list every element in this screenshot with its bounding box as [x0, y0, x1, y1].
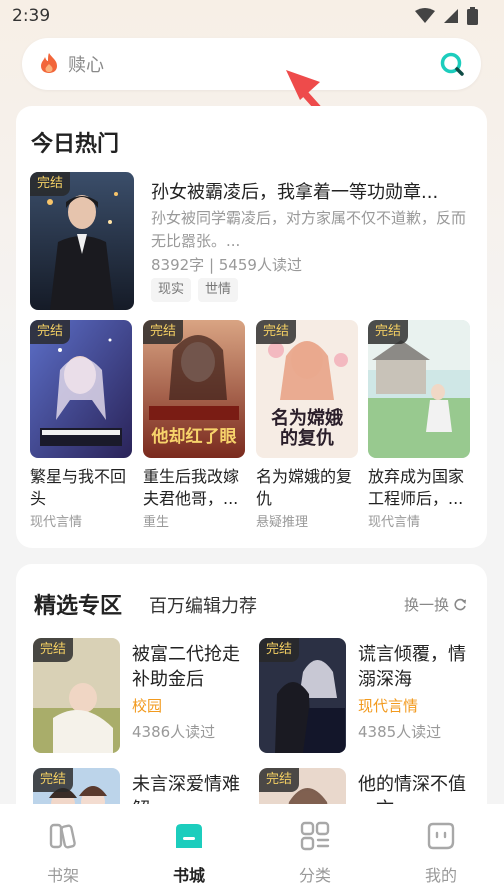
refresh-icon	[454, 598, 466, 610]
svg-text:他却红了眼: 他却红了眼	[151, 426, 237, 447]
tab-label: 书架	[46, 866, 79, 885]
book-cover[interactable]: 完结	[368, 320, 470, 458]
picks-section: 精选专区 百万编辑力荐 换一换 完结 被富二代抢走补助金后 校园 4386人读过	[16, 564, 487, 824]
book-title[interactable]: 放弃成为国家工程师后，...	[368, 466, 470, 510]
category-icon	[300, 821, 330, 851]
cellular-signal-icon	[444, 9, 458, 23]
book-title[interactable]: 重生后我改嫁夫君他哥，...	[143, 466, 245, 510]
book-title[interactable]: 名为嫦娥的复仇	[256, 466, 358, 510]
battery-icon	[467, 7, 478, 25]
book-category: 现代言情	[358, 697, 419, 715]
bookstore-icon	[176, 824, 202, 848]
bookshelf-icon	[49, 823, 76, 849]
svg-text:名为嫦娥: 名为嫦娥	[271, 407, 343, 429]
tab-bookstore[interactable]: 书城	[126, 804, 252, 894]
book-category: 现代言情	[30, 515, 83, 530]
tab-bookshelf[interactable]: 书架	[0, 804, 126, 894]
status-bar: 2:39	[0, 0, 504, 34]
picks-section-title: 精选专区	[34, 594, 123, 619]
fire-icon	[41, 53, 57, 73]
refresh-button[interactable]: 换一换	[404, 594, 467, 615]
completed-badge: 完结	[143, 320, 184, 344]
book-cover[interactable]: 名为嫦娥 的复仇 完结	[256, 320, 358, 458]
completed-badge: 完结	[256, 320, 297, 344]
book-cover[interactable]: 完结	[33, 638, 120, 753]
refresh-label: 换一换	[403, 596, 449, 614]
completed-badge: 完结	[259, 768, 300, 792]
hot-section: 今日热门 完结 孙女被霸凌后，我拿着一等功勋章... 孙女被同学霸凌后，对方家属…	[16, 106, 487, 548]
tag-chip[interactable]: 现实	[151, 278, 192, 302]
book-cover[interactable]: 完结	[30, 320, 132, 458]
book-title[interactable]: 繁星与我不回头	[30, 466, 132, 510]
book-category: 悬疑推理	[256, 515, 309, 530]
featured-book-cover[interactable]: 完结	[30, 172, 134, 310]
book-category: 现代言情	[368, 515, 421, 530]
book-reads: 4385人读过	[358, 723, 442, 741]
search-placeholder: 赎心	[68, 55, 104, 76]
hot-section-title: 今日热门	[31, 132, 120, 157]
book-cover[interactable]: 他却红了眼 完结	[143, 320, 245, 458]
tab-category[interactable]: 分类	[252, 804, 378, 894]
book-category: 重生	[143, 515, 170, 530]
tab-label: 分类	[298, 866, 331, 885]
bottom-tab-bar: 书架 书城 分类 我的	[0, 804, 504, 894]
status-time: 2:39	[12, 6, 51, 26]
svg-text:的复仇: 的复仇	[280, 427, 334, 449]
featured-book-meta: 8392字 | 5459人读过	[151, 256, 302, 274]
completed-badge: 完结	[33, 638, 74, 662]
tab-label: 书城	[172, 866, 205, 885]
completed-badge: 完结	[30, 172, 71, 196]
search-icon[interactable]	[439, 51, 465, 77]
tab-profile[interactable]: 我的	[378, 804, 504, 894]
featured-book-desc: 孙女被同学霸凌后，对方家属不仅不道歉，反而无比嚣张。...	[151, 209, 467, 250]
profile-icon	[427, 822, 455, 850]
book-reads: 4386人读过	[132, 723, 216, 741]
completed-badge: 完结	[33, 768, 74, 792]
completed-badge: 完结	[30, 320, 71, 344]
book-category: 校园	[132, 697, 163, 715]
completed-badge: 完结	[368, 320, 409, 344]
featured-book-title[interactable]: 孙女被霸凌后，我拿着一等功勋章...	[151, 178, 471, 204]
tab-label: 我的	[424, 866, 457, 885]
search-bar[interactable]: 赎心	[22, 38, 481, 90]
book-title[interactable]: 谎言倾覆，情溺深海	[358, 642, 468, 692]
completed-badge: 完结	[259, 638, 300, 662]
wifi-icon	[415, 8, 435, 23]
book-cover[interactable]: 完结	[259, 638, 346, 753]
book-title[interactable]: 被富二代抢走补助金后	[132, 642, 242, 692]
picks-section-subtitle: 百万编辑力荐	[149, 596, 257, 617]
tag-chip[interactable]: 世情	[198, 278, 239, 302]
